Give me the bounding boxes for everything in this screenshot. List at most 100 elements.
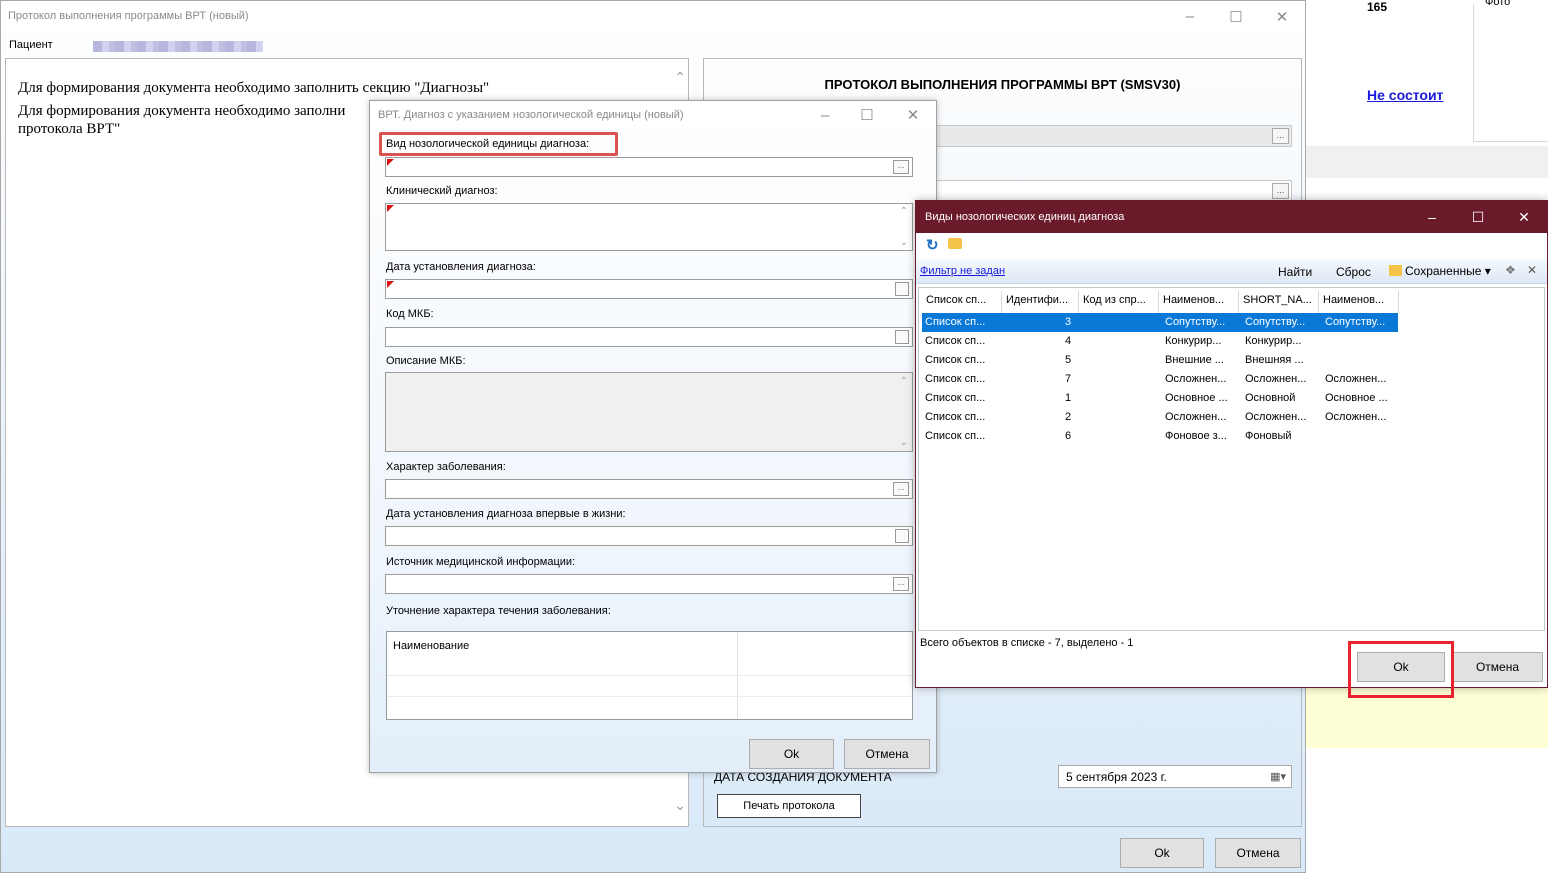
maximize-icon[interactable]: ☐ [844,101,890,129]
ellipsis-icon[interactable]: ... [1272,183,1289,199]
list-cancel-button[interactable]: Отмена [1452,652,1543,682]
disease-character-field[interactable]: ... [385,479,913,499]
photo-label: Фото [1483,0,1513,8]
saved-filters-button[interactable]: Сохраненные ▾ [1389,264,1491,278]
mkb-description-label: Описание МКБ: [386,355,466,367]
list-status: Всего объектов в списке - 7, выделено - … [920,637,1134,649]
mkb-description-field: ⌃ ⌄ [385,372,913,452]
info-source-label: Источник медицинской информации: [386,556,576,568]
scroll-down-icon[interactable]: ⌄ [674,797,686,814]
table-cell: Список сп... [925,354,986,366]
reset-button[interactable]: Сброс [1336,265,1371,279]
table-row[interactable]: Список сп... 6 Фоновое з... Фоновый [922,427,1398,446]
required-marker-icon [387,159,394,166]
column-header[interactable]: Код из спр... [1079,291,1159,313]
minimize-icon[interactable]: – [802,101,848,129]
maximize-icon[interactable]: ☐ [1455,201,1501,233]
table-row[interactable]: Список сп... 2 Осложнен... Осложнен... О… [922,408,1398,427]
ellipsis-icon[interactable]: ... [1272,128,1289,144]
table-cell: Осложнен... [1165,373,1227,385]
close-icon[interactable]: ✕ [1501,201,1547,233]
table-row[interactable]: Список сп... 7 Осложнен... Осложнен... О… [922,370,1398,389]
close-icon[interactable]: ✕ [890,101,936,129]
table-cell: Список сп... [925,335,986,347]
table-cell: Основное ... [1165,392,1228,404]
scroll-up-icon[interactable]: ⌃ [900,376,908,387]
minimize-icon[interactable]: – [1167,1,1213,32]
status-link[interactable]: Не состоит [1367,87,1443,103]
table-cell: Фоновый [1245,430,1292,442]
column-header[interactable]: Наименов... [1159,291,1239,313]
main-ok-button[interactable]: Ok [1120,838,1204,868]
column-header[interactable]: Идентифи... [1002,291,1079,313]
main-cancel-button[interactable]: Отмена [1215,838,1301,868]
diagnosis-date-field[interactable] [385,279,913,299]
table-cell: Фоновое з... [1165,430,1227,442]
patient-name-blurred [93,41,263,52]
nosology-list-dialog: Виды нозологических единиц диагноза – ☐ … [915,200,1548,698]
table-cell: 6 [1065,430,1072,442]
close-filter-icon[interactable]: ✕ [1527,263,1537,277]
saved-filters-icon [1389,265,1402,276]
table-cell: Осложнен... [1325,411,1387,423]
table-row[interactable]: Список сп... 5 Внешние ... Внешняя ... [922,351,1398,370]
ellipsis-icon[interactable]: ... [893,577,909,591]
ellipsis-icon[interactable]: ... [893,160,909,174]
column-header[interactable]: SHORT_NA... [1239,291,1319,313]
calendar-icon[interactable] [895,529,909,543]
ok-button-highlight [1348,641,1454,698]
nosology-grid[interactable]: Список сп... Идентифи... Код из спр... Н… [918,287,1545,631]
photo-box [1473,4,1548,142]
first-diagnosis-date-field[interactable] [385,526,913,546]
mkb-code-field[interactable] [385,327,913,347]
table-cell: Сопутству... [1245,316,1306,328]
table-row[interactable]: Список сп... 1 Основное ... Основной Осн… [922,389,1398,408]
minimize-icon[interactable]: – [1409,201,1455,233]
validation-message-3: протокола ВРТ" [18,121,121,137]
filter-link[interactable]: Фильтр не задан [920,265,1005,277]
table-cell: Основное ... [1325,392,1388,404]
table-cell: Список сп... [925,411,986,423]
nosology-list-title: Виды нозологических единиц диагноза [925,211,1125,223]
diagnosis-ok-button[interactable]: Ok [749,739,834,769]
protocol-window-titlebar: Протокол выполнения программы ВРТ (новый… [1,1,1305,32]
protocol-window-title: Протокол выполнения программы ВРТ (новый… [8,10,249,22]
document-date-picker[interactable]: 5 сентября 2023 г. ▦▾ [1058,765,1292,788]
maximize-icon[interactable]: ☐ [1213,1,1259,32]
scroll-down-icon[interactable]: ⌄ [900,437,908,448]
folder-icon[interactable] [948,238,962,249]
table-cell: 5 [1065,354,1072,366]
vid-field[interactable]: ... [385,157,913,177]
scroll-up-icon[interactable]: ⌃ [900,206,908,217]
table-cell: Осложнен... [1245,411,1307,423]
diagnosis-dialog-titlebar: ВРТ. Диагноз с указанием нозологической … [370,101,936,129]
calendar-dropdown-icon[interactable]: ▦▾ [1270,770,1286,783]
column-header[interactable]: Наименов... [1319,291,1399,313]
spec-column-header: Наименование [393,640,470,652]
lookup-icon[interactable] [895,330,909,344]
close-icon[interactable]: ✕ [1259,1,1305,32]
diagnosis-dialog-title: ВРТ. Диагноз с указанием нозологической … [378,109,684,121]
table-row[interactable]: Список сп... 3 Сопутству... Сопутству...… [922,313,1398,332]
ellipsis-icon[interactable]: ... [893,482,909,496]
table-cell: Основной [1245,392,1296,404]
pin-icon[interactable]: ❖ [1505,263,1516,277]
info-source-field[interactable]: ... [385,574,913,594]
clinical-diagnosis-field[interactable]: ⌃ ⌄ [385,203,913,251]
column-header[interactable]: Список сп... [922,291,1002,313]
validation-message-2: Для формирования документа необходимо за… [18,103,346,119]
diagnosis-cancel-button[interactable]: Отмена [844,739,930,769]
first-diagnosis-date-label: Дата установления диагноза впервые в жиз… [386,508,626,520]
scroll-up-icon[interactable]: ⌃ [674,69,686,86]
calendar-icon[interactable] [895,282,909,296]
vid-label: Вид нозологической единицы диагноза: [386,138,590,150]
background-number: 165 [1367,0,1388,14]
table-row[interactable]: Список сп... 4 Конкурир... Конкурир... [922,332,1398,351]
refresh-icon[interactable]: ↻ [926,236,939,254]
find-button[interactable]: Найти [1278,265,1312,279]
table-cell: Осложнен... [1165,411,1227,423]
row-divider [387,696,912,697]
print-protocol-button[interactable]: Печать протокола [717,794,861,818]
scroll-down-icon[interactable]: ⌄ [900,237,908,248]
course-specification-table[interactable]: Наименование [386,631,913,720]
